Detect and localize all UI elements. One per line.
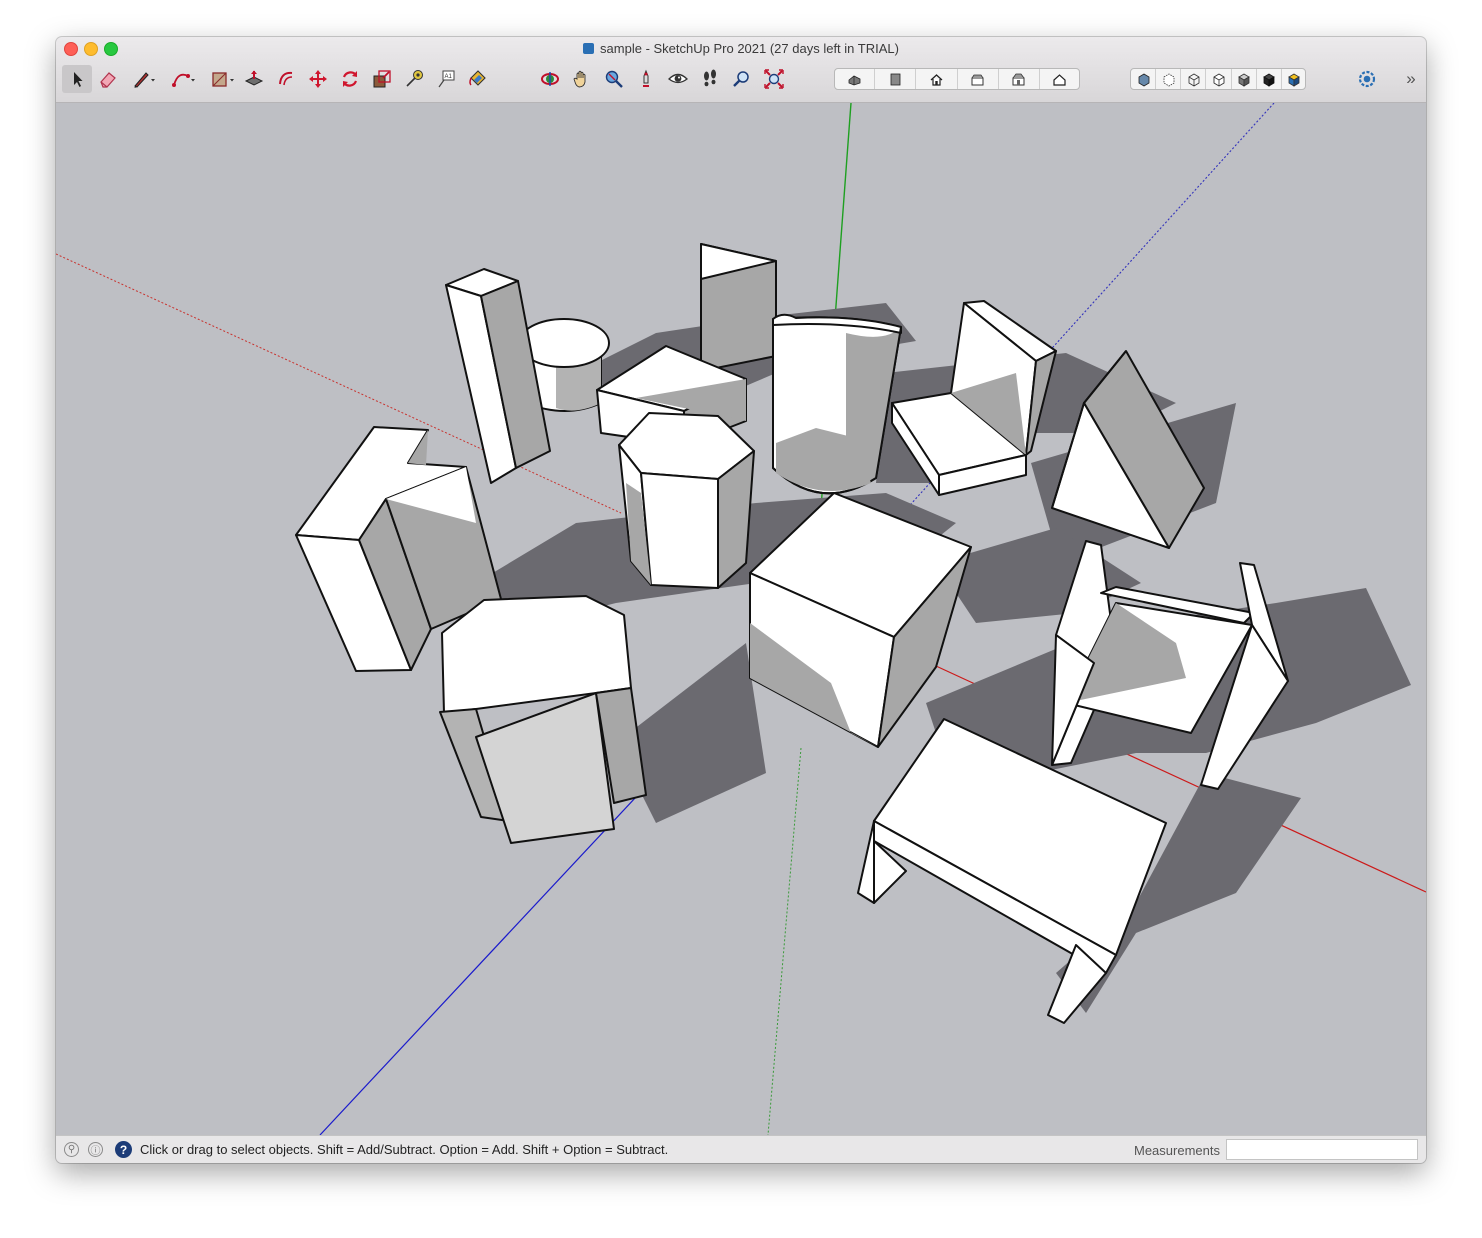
back-view-icon: [1012, 73, 1025, 85]
home-front-icon: [930, 73, 943, 86]
top-view-icon: [890, 73, 901, 85]
window-title: sample - SketchUp Pro 2021 (27 days left…: [56, 41, 1426, 56]
credits-icon[interactable]: ⓘ: [88, 1142, 103, 1157]
orbit-icon: [541, 72, 559, 86]
eraser-icon: [100, 72, 116, 88]
top-view-button[interactable]: [875, 69, 917, 89]
right-view-icon: [971, 74, 984, 85]
rectangle-tool-button[interactable]: [205, 65, 239, 93]
help-label: ?: [119, 1142, 128, 1157]
cross-block[interactable]: [439, 595, 647, 844]
left-view-button[interactable]: [1040, 69, 1079, 89]
textured-cube-icon: [1263, 73, 1276, 87]
push-pull-tool-button[interactable]: [239, 65, 269, 93]
views-toolbar: [834, 68, 1080, 90]
title-bar: sample - SketchUp Pro 2021 (27 days left…: [56, 37, 1426, 103]
shaded-style-button[interactable]: [1232, 69, 1257, 89]
position-camera-tool-button[interactable]: [631, 65, 661, 93]
shaded-textures-style-button[interactable]: [1257, 69, 1282, 89]
paint-bucket-icon: [469, 70, 486, 86]
xray-style-button[interactable]: [1131, 69, 1157, 89]
sketchup-window: sample - SketchUp Pro 2021 (27 days left…: [56, 37, 1426, 1163]
sketchup-file-icon: [583, 43, 595, 54]
push-pull-icon: [244, 70, 264, 86]
hexagonal-prism[interactable]: [618, 412, 755, 589]
rotate-tool-button[interactable]: [335, 65, 365, 93]
iso-house-icon: [848, 75, 861, 85]
extension-warehouse-button[interactable]: [1352, 65, 1382, 93]
paint-bucket-tool-button[interactable]: [462, 65, 492, 93]
footprints-icon: [704, 69, 716, 87]
walk-tool-button[interactable]: [695, 65, 725, 93]
zoom-extents-icon: [764, 69, 784, 89]
rectangle-icon: [212, 72, 234, 87]
pan-hand-icon: [573, 70, 586, 88]
instructor-help-icon[interactable]: ?: [115, 1141, 132, 1158]
rotate-icon: [342, 71, 358, 87]
back-edges-style-button[interactable]: [1156, 69, 1182, 89]
back-view-button[interactable]: [999, 69, 1040, 89]
status-hint-text: Click or drag to select objects. Shift =…: [140, 1142, 669, 1157]
arc-tool-button[interactable]: [166, 65, 200, 93]
text-tool-button[interactable]: A1: [431, 65, 461, 93]
toolbar-overflow-label: »: [1406, 69, 1416, 88]
pencil-icon: [134, 72, 155, 88]
eye-icon: [668, 73, 688, 84]
back-edges-cube-icon: [1163, 73, 1175, 86]
zoom-magnifier-icon: [605, 70, 623, 88]
arrow-cursor-icon: [74, 72, 83, 87]
measurements-label: Measurements: [1134, 1143, 1220, 1158]
pan-tool-button[interactable]: [567, 65, 597, 93]
modeling-viewport[interactable]: [56, 102, 1426, 1136]
zoom-window-tool-button[interactable]: [727, 65, 757, 93]
scale-tool-button[interactable]: [367, 65, 397, 93]
tape-measure-icon: [406, 70, 423, 87]
select-tool-button[interactable]: [62, 65, 92, 93]
status-bar: ⚲ ⓘ ? Click or drag to select objects. S…: [56, 1135, 1426, 1163]
offset-icon: [279, 71, 293, 86]
front-view-button[interactable]: [916, 69, 958, 89]
wireframe-cube-icon: [1188, 73, 1200, 86]
tape-measure-tool-button[interactable]: [399, 65, 429, 93]
toolbar-overflow-button[interactable]: »: [1400, 65, 1422, 93]
xray-cube-icon: [1138, 73, 1149, 86]
scale-icon: [373, 70, 391, 88]
table-shape[interactable]: [857, 718, 1167, 1024]
move-arrows-icon: [309, 70, 327, 88]
styles-toolbar: [1130, 68, 1306, 90]
hidden-line-cube-icon: [1213, 72, 1225, 87]
monochrome-style-button[interactable]: [1282, 69, 1305, 89]
measurements-input[interactable]: [1226, 1139, 1418, 1160]
position-camera-icon: [643, 69, 649, 87]
eraser-tool-button[interactable]: [93, 65, 123, 93]
iso-view-button[interactable]: [835, 69, 876, 89]
arc-icon: [172, 73, 195, 87]
zoom-extents-tool-button[interactable]: [759, 65, 789, 93]
zoom-tool-button[interactable]: [599, 65, 629, 93]
move-tool-button[interactable]: [303, 65, 333, 93]
zoom-window-icon: [733, 71, 749, 87]
hidden-line-style-button[interactable]: [1206, 69, 1232, 89]
right-view-button[interactable]: [958, 69, 999, 89]
geo-location-icon[interactable]: ⚲: [64, 1142, 79, 1157]
tall-square-prism[interactable]: [445, 268, 551, 484]
orbit-tool-button[interactable]: [535, 65, 565, 93]
wireframe-style-button[interactable]: [1181, 69, 1207, 89]
pencil-line-tool-button[interactable]: [127, 65, 161, 93]
monochrome-cube-icon: [1288, 73, 1300, 87]
shaded-cube-icon: [1238, 73, 1250, 87]
window-title-text: sample - SketchUp Pro 2021 (27 days left…: [600, 41, 899, 56]
home-outline-icon: [1053, 73, 1066, 86]
warehouse-gear-icon: [1358, 70, 1376, 88]
model-canvas[interactable]: [56, 102, 1426, 1136]
offset-tool-button[interactable]: [271, 65, 301, 93]
green-axis-negative: [767, 747, 802, 1136]
svg-text:A1: A1: [445, 74, 453, 80]
triangular-prism-back[interactable]: [700, 243, 777, 372]
text-label-icon: A1: [438, 70, 455, 88]
look-around-tool-button[interactable]: [663, 65, 693, 93]
